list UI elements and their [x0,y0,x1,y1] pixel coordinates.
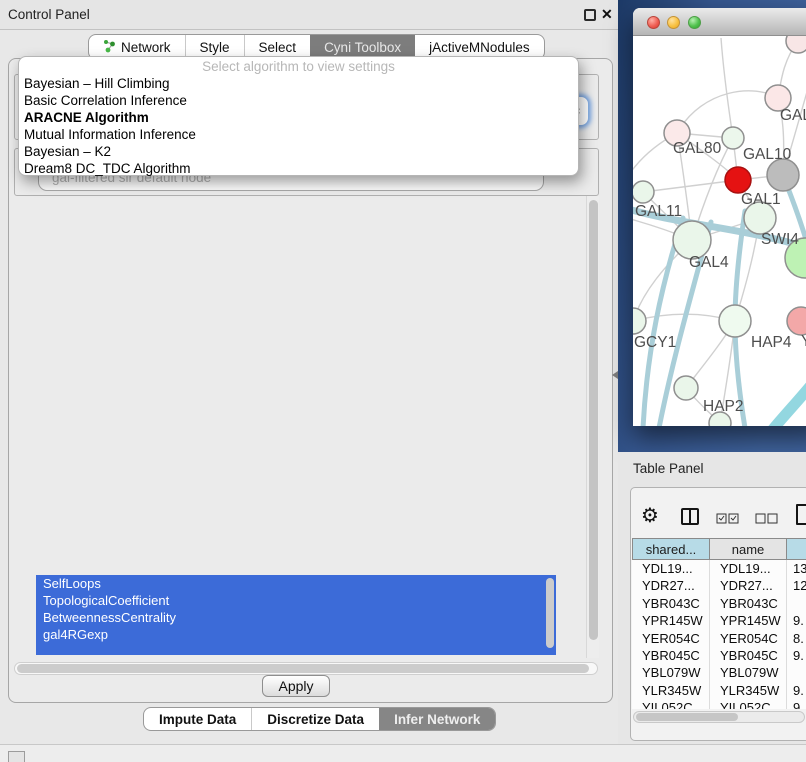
scrollbar-thumb[interactable] [589,200,598,640]
deselect-all-checkboxes-icon[interactable] [755,512,779,527]
screen: Control Panel ✕ Network Style Select Cyn… [0,0,806,762]
popup-item-bayesian-hill-climbing[interactable]: Bayesian – Hill Climbing [19,75,578,92]
table-row[interactable]: YBL079WYBL079W [632,664,806,681]
node-salmon[interactable] [787,307,806,335]
scrollbar-thumb[interactable] [17,664,589,673]
status-strip [0,744,806,762]
list-item-selfloops[interactable]: SelfLoops [36,575,556,592]
document-icon[interactable] [796,504,806,525]
node-label: HAP4 [751,334,792,351]
thick-edge [769,364,806,426]
table-row[interactable]: YDR27...YDR27...12 [632,577,806,594]
node-red[interactable] [725,167,751,193]
node-label: GAL1 [741,191,781,208]
table-row[interactable]: YIL052CYIL052C9 [632,699,806,709]
cyni-bottom-tabs: Impute Data Discretize Data Infer Networ… [143,707,496,731]
data-attributes-list: SelfLoops TopologicalCoefficient Between… [36,575,556,655]
node-label: GAL80 [673,140,722,157]
popup-prompt: Select algorithm to view settings [19,59,578,75]
popup-item-bayesian-k2[interactable]: Bayesian – K2 [19,143,578,160]
node-label: GAL11 [635,203,682,220]
table-body: YDL19...YDL19...13 YDR27...YDR27...12 YB… [632,560,806,709]
control-panel-titlebar: Control Panel [0,0,618,30]
settings-vertical-scrollbar[interactable] [586,196,599,658]
network-view[interactable]: GAL GAL80 GAL10 GAL11 GAL1 SWI4 GAL4 GCY… [633,36,806,426]
tab-infer-network[interactable]: Infer Network [379,708,495,730]
scrollbar-thumb[interactable] [636,713,738,721]
table-panel-title: Table Panel [633,461,704,476]
node-hap2[interactable] [674,376,698,400]
popup-item-mutual-information[interactable]: Mutual Information Inference [19,126,578,143]
minimize-traffic-light[interactable] [667,16,680,29]
network-window-titlebar[interactable] [633,8,806,36]
node-gal10[interactable] [767,159,799,191]
node-gal80[interactable] [722,127,744,149]
table-row[interactable]: YDL19...YDL19...13 [632,560,806,577]
list-scrollbar[interactable] [546,578,554,648]
close-icon[interactable]: ✕ [601,6,613,23]
table-row[interactable]: YLR345WYLR345W9. [632,682,806,699]
apply-button[interactable]: Apply [262,675,330,697]
algorithm-dropdown-popup: Select algorithm to view settings Bayesi… [18,56,579,176]
table-row[interactable]: YBR043CYBR043C [632,595,806,612]
node-label: GAL [780,107,806,124]
network-tab-icon [103,39,116,56]
select-all-checkboxes-icon[interactable] [716,512,740,527]
table-header: shared... name [632,538,806,560]
network-graph: GAL GAL80 GAL10 GAL11 GAL1 SWI4 GAL4 GCY… [633,36,806,426]
list-item-betweennesscentrality[interactable]: BetweennessCentrality [36,609,556,626]
node-label: Y [801,333,806,350]
table-row[interactable]: YPR145WYPR145W9. [632,612,806,629]
node-gcy1[interactable] [633,308,646,334]
node-top-right[interactable] [786,36,806,53]
gear-icon[interactable]: ⚙ [641,503,659,527]
node-label: GAL10 [743,146,792,163]
table-row[interactable]: YER054CYER054C8. [632,630,806,647]
column-header-name[interactable]: name [710,538,787,560]
settings-horizontal-scrollbar[interactable] [14,662,598,675]
close-traffic-light[interactable] [647,16,660,29]
node-hap4[interactable] [719,305,751,337]
list-item-topologicalcoefficient[interactable]: TopologicalCoefficient [36,592,556,609]
zoom-traffic-light[interactable] [688,16,701,29]
node-label: GAL4 [689,254,729,271]
table-row[interactable]: YBR045CYBR045C9. [632,647,806,664]
column-header-clipped[interactable] [787,538,806,560]
float-window-icon[interactable] [584,9,596,21]
node-gal11[interactable] [633,181,654,203]
panel-collapse-arrow[interactable] [612,371,618,379]
node-label: GCY1 [634,334,676,351]
network-window: GAL GAL80 GAL10 GAL11 GAL1 SWI4 GAL4 GCY… [633,8,806,426]
grip-icon[interactable] [8,751,25,762]
popup-item-aracne[interactable]: ARACNE Algorithm [19,109,578,126]
table-horizontal-scrollbar[interactable] [633,711,805,723]
tab-discretize-data[interactable]: Discretize Data [251,708,379,730]
node-label: HAP2 [703,398,744,415]
tab-impute-data[interactable]: Impute Data [144,708,251,730]
popup-item-dream8[interactable]: Dream8 DC_TDC Algorithm [19,160,578,177]
list-item-gal4rgexp[interactable]: gal4RGexp [36,626,556,643]
column-header-shared[interactable]: shared... [632,538,710,560]
panel-title: Control Panel [8,7,90,22]
columns-icon[interactable] [681,508,699,525]
node-label: SWI4 [761,231,799,248]
popup-item-basic-correlation[interactable]: Basic Correlation Inference [19,92,578,109]
